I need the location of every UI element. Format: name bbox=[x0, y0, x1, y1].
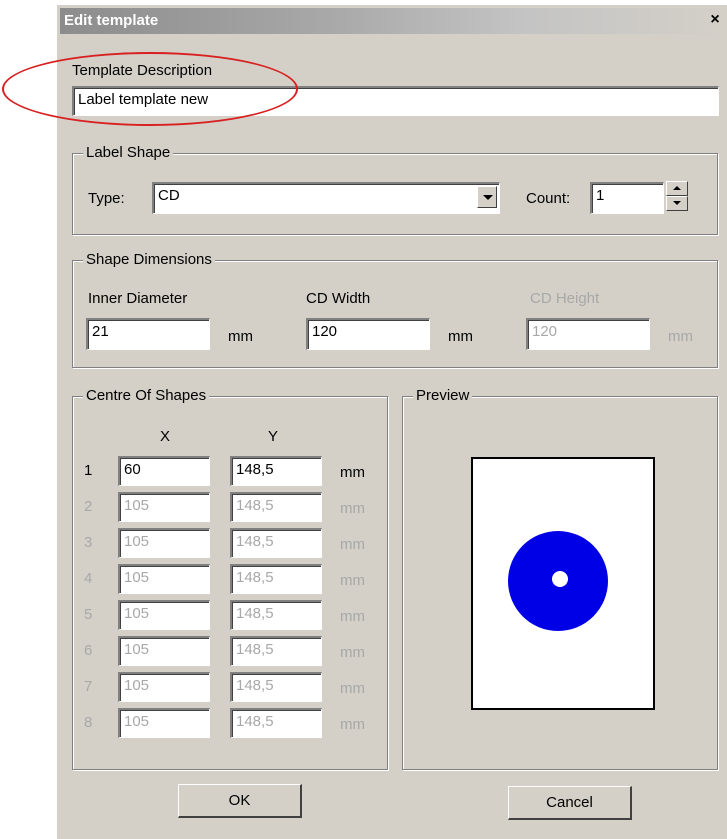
inner-diameter-input[interactable]: 21 bbox=[86, 318, 210, 350]
row-index: 1 bbox=[84, 462, 93, 479]
row-index: 2 bbox=[84, 498, 93, 515]
x-input: 105 bbox=[118, 564, 210, 594]
centre-of-shapes-legend: Centre Of Shapes bbox=[83, 387, 210, 404]
cd-height-label: CD Height bbox=[530, 290, 600, 307]
type-label: Type: bbox=[88, 190, 125, 207]
label-shape-legend: Label Shape bbox=[83, 144, 174, 161]
cd-width-unit: mm bbox=[448, 328, 473, 345]
cd-hole-preview bbox=[552, 571, 568, 587]
y-input[interactable]: 148,5 bbox=[230, 456, 322, 486]
row-index: 3 bbox=[84, 534, 93, 551]
y-input: 148,5 bbox=[230, 564, 322, 594]
spin-up-icon[interactable] bbox=[666, 181, 688, 196]
count-spinner[interactable] bbox=[666, 181, 688, 211]
y-input: 148,5 bbox=[230, 708, 322, 738]
y-column-header: Y bbox=[268, 428, 279, 445]
cancel-button[interactable]: Cancel bbox=[508, 786, 632, 820]
y-input: 148,5 bbox=[230, 492, 322, 522]
y-input: 148,5 bbox=[230, 600, 322, 630]
cd-height-input: 120 bbox=[526, 318, 650, 350]
row-index: 5 bbox=[84, 606, 93, 623]
row-index: 7 bbox=[84, 678, 93, 695]
x-input: 105 bbox=[118, 672, 210, 702]
shape-dimensions-group: Shape Dimensions bbox=[72, 251, 718, 368]
inner-diameter-unit: mm bbox=[228, 328, 253, 345]
type-select[interactable]: CD bbox=[152, 182, 500, 214]
x-input: 105 bbox=[118, 708, 210, 738]
y-input: 148,5 bbox=[230, 528, 322, 558]
close-icon[interactable]: × bbox=[705, 11, 725, 31]
row-index: 8 bbox=[84, 714, 93, 731]
row-index: 6 bbox=[84, 642, 93, 659]
spin-down-icon[interactable] bbox=[666, 196, 688, 211]
window-title: Edit template bbox=[64, 12, 159, 29]
row-unit: mm bbox=[340, 716, 365, 733]
cd-height-unit: mm bbox=[668, 328, 693, 345]
row-unit: mm bbox=[340, 536, 365, 553]
type-select-value: CD bbox=[158, 187, 180, 204]
shape-dimensions-legend: Shape Dimensions bbox=[83, 251, 215, 268]
row-unit: mm bbox=[340, 572, 365, 589]
ok-button[interactable]: OK bbox=[178, 784, 302, 818]
cd-width-input[interactable]: 120 bbox=[306, 318, 430, 350]
count-label: Count: bbox=[526, 190, 571, 207]
x-input: 105 bbox=[118, 492, 210, 522]
inner-diameter-label: Inner Diameter bbox=[88, 290, 188, 307]
y-input: 148,5 bbox=[230, 672, 322, 702]
x-input: 105 bbox=[118, 600, 210, 630]
chevron-down-icon[interactable] bbox=[477, 186, 497, 208]
y-input: 148,5 bbox=[230, 636, 322, 666]
cd-width-label: CD Width bbox=[306, 290, 371, 307]
row-unit: mm bbox=[340, 500, 365, 517]
row-unit: mm bbox=[340, 464, 365, 481]
x-input: 105 bbox=[118, 636, 210, 666]
row-index: 4 bbox=[84, 570, 93, 587]
preview-legend: Preview bbox=[413, 387, 473, 404]
row-unit: mm bbox=[340, 680, 365, 697]
x-input[interactable]: 60 bbox=[118, 456, 210, 486]
count-input[interactable]: 1 bbox=[590, 182, 664, 214]
annotation-ellipse bbox=[2, 52, 298, 126]
row-unit: mm bbox=[340, 608, 365, 625]
title-bar[interactable]: Edit template × bbox=[60, 8, 727, 34]
x-input: 105 bbox=[118, 528, 210, 558]
x-column-header: X bbox=[160, 428, 171, 445]
row-unit: mm bbox=[340, 644, 365, 661]
